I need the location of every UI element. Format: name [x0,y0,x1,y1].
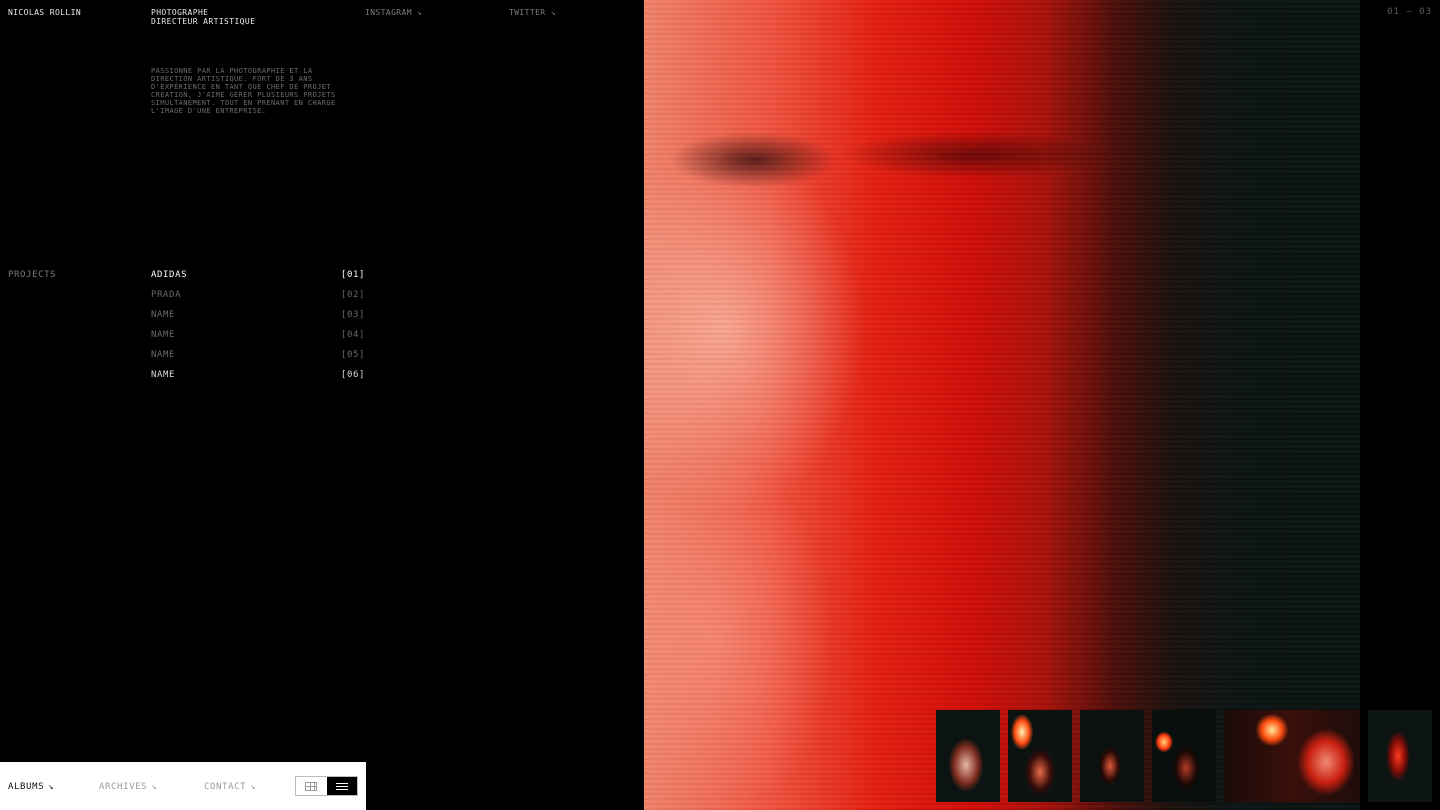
project-index: [02] [340,290,365,300]
list-view-button[interactable] [326,777,357,795]
nav-archives[interactable]: ARCHIVES ↘ [99,782,157,792]
project-item-06[interactable]: NAME [06] [151,370,365,390]
project-item-05[interactable]: NAME [05] [151,350,365,370]
project-name: PRADA [151,290,182,300]
view-toggle [295,776,358,796]
nav-albums[interactable]: ALBUMS ↘ [8,782,54,792]
role-photographe: PHOTOGRAPHE [151,8,209,17]
thumbnail[interactable] [936,710,1000,802]
list-icon [335,782,348,790]
grid-icon [305,781,318,791]
role-directeur-artistique: DIRECTEUR ARTISTIQUE [151,17,256,26]
thumbnail-strip [936,710,1432,802]
bottom-nav: ALBUMS ↘ ARCHIVES ↘ CONTACT ↘ [0,762,366,810]
arrow-down-right-icon: ↘ [151,782,158,792]
thumbnail[interactable] [1368,710,1432,802]
instagram-link[interactable]: INSTAGRAM ↘ [365,8,422,17]
thumbnail[interactable] [1080,710,1144,802]
nav-label: ALBUMS [8,782,45,792]
nav-label: CONTACT [204,782,247,792]
bio-text: PASSIONNÉ PAR LA PHOTOGRAPHIE ET LA DIRE… [151,67,336,115]
slide-counter: 01 — 03 [1387,7,1432,17]
project-name: NAME [151,370,176,380]
site-name[interactable]: NICOLAS ROLLIN [8,8,81,17]
project-index: [01] [340,270,365,280]
project-name: ADIDAS [151,270,188,280]
projects-label: PROJECTS [8,270,57,280]
project-name: NAME [151,330,176,340]
arrow-down-right-icon: ↘ [48,782,55,792]
project-list: ADIDAS [01] PRADA [02] NAME [03] NAME [0… [151,270,365,390]
project-name: NAME [151,310,176,320]
thumbnail[interactable] [1152,710,1216,802]
thumbnail[interactable] [1008,710,1072,802]
hero-image [644,0,1360,810]
project-index: [05] [340,350,365,360]
project-index: [04] [340,330,365,340]
project-item-03[interactable]: NAME [03] [151,310,365,330]
project-name: NAME [151,350,176,360]
project-item-adidas[interactable]: ADIDAS [01] [151,270,365,290]
nav-contact[interactable]: CONTACT ↘ [204,782,256,792]
project-item-prada[interactable]: PRADA [02] [151,290,365,310]
nav-label: ARCHIVES [99,782,148,792]
thumbnail[interactable] [1224,710,1360,802]
project-index: [03] [340,310,365,320]
project-index: [06] [340,370,365,380]
project-item-04[interactable]: NAME [04] [151,330,365,350]
grid-view-button[interactable] [296,777,327,795]
twitter-link[interactable]: TWITTER ↘ [509,8,556,17]
arrow-down-right-icon: ↘ [250,782,257,792]
site-roles: PHOTOGRAPHE DIRECTEUR ARTISTIQUE [151,8,255,26]
